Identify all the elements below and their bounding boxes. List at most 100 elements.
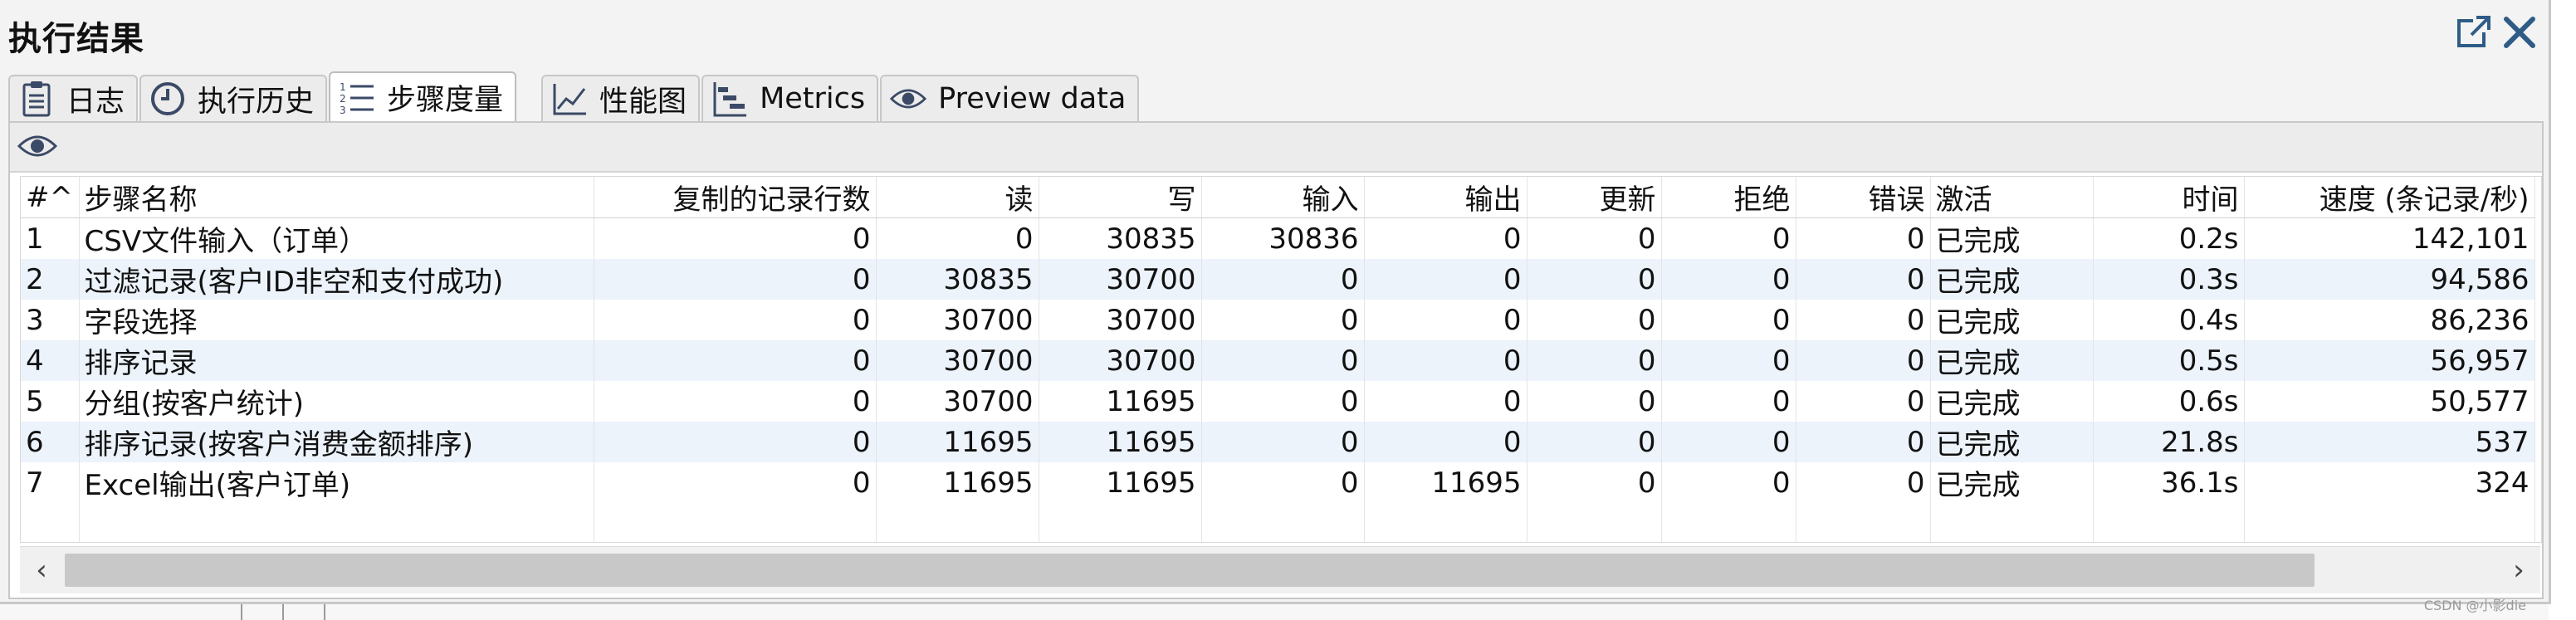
column-header-copied-rows[interactable]: 复制的记录行数 xyxy=(594,177,877,218)
empty-cell xyxy=(2093,503,2245,542)
table-cell: 0 xyxy=(1661,340,1796,381)
table-cell: 0 xyxy=(1527,381,1662,422)
table-cell: 0 xyxy=(1796,259,1931,300)
table-cell: CSV文件输入（订单） xyxy=(79,217,594,259)
table-cell: 86,236 xyxy=(2244,300,2535,340)
table-cell: 0 xyxy=(1796,300,1931,340)
table-cell: 过滤记录(客户ID非空和支付成功) xyxy=(79,259,594,300)
table-row[interactable]: 3 字段选择 0 30700 30700 0 0 0 0 0 已完成 0.4s 86,236 xyxy=(21,300,2535,340)
step-metrics-table: #^ 步骤名称 复制的记录行数 读 写 输入 输出 更新 拒绝 错误 激活 时间… xyxy=(21,177,2535,542)
empty-cell xyxy=(1364,503,1528,542)
tab-step-metrics[interactable]: 123 步骤度量 xyxy=(329,71,517,121)
horizontal-scrollbar[interactable]: ‹ › xyxy=(20,546,2540,593)
table-cell: 0 xyxy=(1201,422,1365,462)
table-cell: 0 xyxy=(1527,422,1662,462)
table-cell: 30700 xyxy=(876,340,1039,381)
table-cell: 0 xyxy=(876,217,1039,259)
table-cell: 30835 xyxy=(1039,217,1202,259)
tab-metrics[interactable]: Metrics xyxy=(701,75,879,121)
table-cell: 30700 xyxy=(876,381,1039,422)
table-cell: 11695 xyxy=(876,462,1039,503)
table-cell: 0 xyxy=(1527,217,1662,259)
table-cell: 7 xyxy=(21,462,80,503)
table-cell: 30836 xyxy=(1201,217,1365,259)
table-cell: 0 xyxy=(1661,462,1796,503)
gantt-metrics-icon xyxy=(711,81,748,117)
table-cell: 0 xyxy=(1201,381,1365,422)
table-cell: 0 xyxy=(1796,340,1931,381)
table-cell: 0.4s xyxy=(2093,300,2245,340)
tab-label: 日志 xyxy=(66,85,125,119)
column-header-errors[interactable]: 错误 xyxy=(1796,177,1931,218)
column-header-speed[interactable]: 速度 (条记录/秒) xyxy=(2244,177,2535,218)
close-icon[interactable] xyxy=(2499,12,2540,53)
table-cell: 0 xyxy=(594,381,877,422)
table-cell: 11695 xyxy=(1364,462,1528,503)
table-cell: 0 xyxy=(594,217,877,259)
table-cell: 2 xyxy=(21,259,80,300)
column-header-input[interactable]: 输入 xyxy=(1201,177,1365,218)
column-header-read[interactable]: 读 xyxy=(876,177,1039,218)
table-cell: 537 xyxy=(2244,422,2535,462)
column-header-output[interactable]: 输出 xyxy=(1364,177,1528,218)
table-cell: 36.1s xyxy=(2093,462,2245,503)
table-cell: 0 xyxy=(1796,217,1931,259)
table-row[interactable]: 1 CSV文件输入（订单） 0 0 30835 30836 0 0 0 0 已完成 0.2s 142,1… xyxy=(21,217,2535,259)
execution-results-panel: 执行结果 日志 执行历史 123 步骤度量 性能图 Metrics Previe… xyxy=(0,0,2551,604)
history-clock-icon xyxy=(149,81,186,117)
tab-preview-data[interactable]: Preview data xyxy=(880,75,1140,121)
table-cell: 0 xyxy=(1201,300,1365,340)
table-cell: 0 xyxy=(1364,300,1528,340)
svg-text:3: 3 xyxy=(340,105,346,115)
table-row[interactable]: 7 Excel输出(客户订单) 0 11695 11695 0 11695 0 0 0 已完成 36.… xyxy=(21,462,2535,503)
table-cell: 0 xyxy=(1527,340,1662,381)
tab-performance-chart[interactable]: 性能图 xyxy=(541,75,701,121)
table-cell: 3 xyxy=(21,300,80,340)
external-open-icon[interactable] xyxy=(2453,12,2495,53)
tab-history[interactable]: 执行历史 xyxy=(139,75,328,121)
column-header-active[interactable]: 激活 xyxy=(1930,177,2094,218)
table-cell: 94,586 xyxy=(2244,259,2535,300)
column-header-time[interactable]: 时间 xyxy=(2093,177,2245,218)
watermark: CSDN @小影die xyxy=(2423,598,2526,613)
column-header-written[interactable]: 写 xyxy=(1039,177,1202,218)
empty-cell xyxy=(876,503,1039,542)
table-cell: 30835 xyxy=(876,259,1039,300)
column-header-step-name[interactable]: 步骤名称 xyxy=(79,177,594,218)
table-cell: 0 xyxy=(1364,422,1528,462)
empty-cell xyxy=(1527,503,1662,542)
scroll-right-arrow-icon[interactable]: › xyxy=(2500,552,2537,588)
table-cell: 已完成 xyxy=(1930,381,2094,422)
table-cell: 0 xyxy=(594,340,877,381)
table-cell: 5 xyxy=(21,381,80,422)
table-cell: 0 xyxy=(1201,462,1365,503)
svg-text:1: 1 xyxy=(340,81,346,93)
table-row[interactable]: 6 排序记录(按客户消费金额排序) 0 11695 11695 0 0 0 0 0 已完成 21.8s… xyxy=(21,422,2535,462)
table-row[interactable]: 5 分组(按客户统计) 0 30700 11695 0 0 0 0 0 已完成 0.6s 50,577 xyxy=(21,381,2535,422)
table-cell: 56,957 xyxy=(2244,340,2535,381)
table-row[interactable]: 4 排序记录 0 30700 30700 0 0 0 0 0 已完成 0.5s 56,957 xyxy=(21,340,2535,381)
empty-cell xyxy=(1796,503,1931,542)
scroll-left-arrow-icon[interactable]: ‹ xyxy=(23,552,60,588)
column-header-updated[interactable]: 更新 xyxy=(1527,177,1662,218)
table-cell: 0 xyxy=(1796,422,1931,462)
tab-log[interactable]: 日志 xyxy=(8,75,139,121)
eye-icon[interactable] xyxy=(17,129,58,163)
table-row[interactable]: 2 过滤记录(客户ID非空和支付成功) 0 30835 30700 0 0 0 0 0 已完成 0.3… xyxy=(21,259,2535,300)
table-cell: 0 xyxy=(594,422,877,462)
scrollbar-thumb[interactable] xyxy=(65,554,2314,587)
divider xyxy=(282,604,284,620)
column-header-index[interactable]: #^ xyxy=(21,177,80,218)
table-cell: 50,577 xyxy=(2244,381,2535,422)
empty-cell xyxy=(21,503,80,542)
table-cell: 4 xyxy=(21,340,80,381)
table-cell: 0 xyxy=(1661,381,1796,422)
table-cell: 0 xyxy=(1661,217,1796,259)
table-cell: 0 xyxy=(1364,259,1528,300)
table-cell: 0 xyxy=(1796,462,1931,503)
table-cell: 已完成 xyxy=(1930,259,2094,300)
column-header-rejected[interactable]: 拒绝 xyxy=(1661,177,1796,218)
table-cell: 0 xyxy=(1661,300,1796,340)
svg-text:2: 2 xyxy=(340,93,346,105)
table-cell: 1 xyxy=(21,217,80,259)
